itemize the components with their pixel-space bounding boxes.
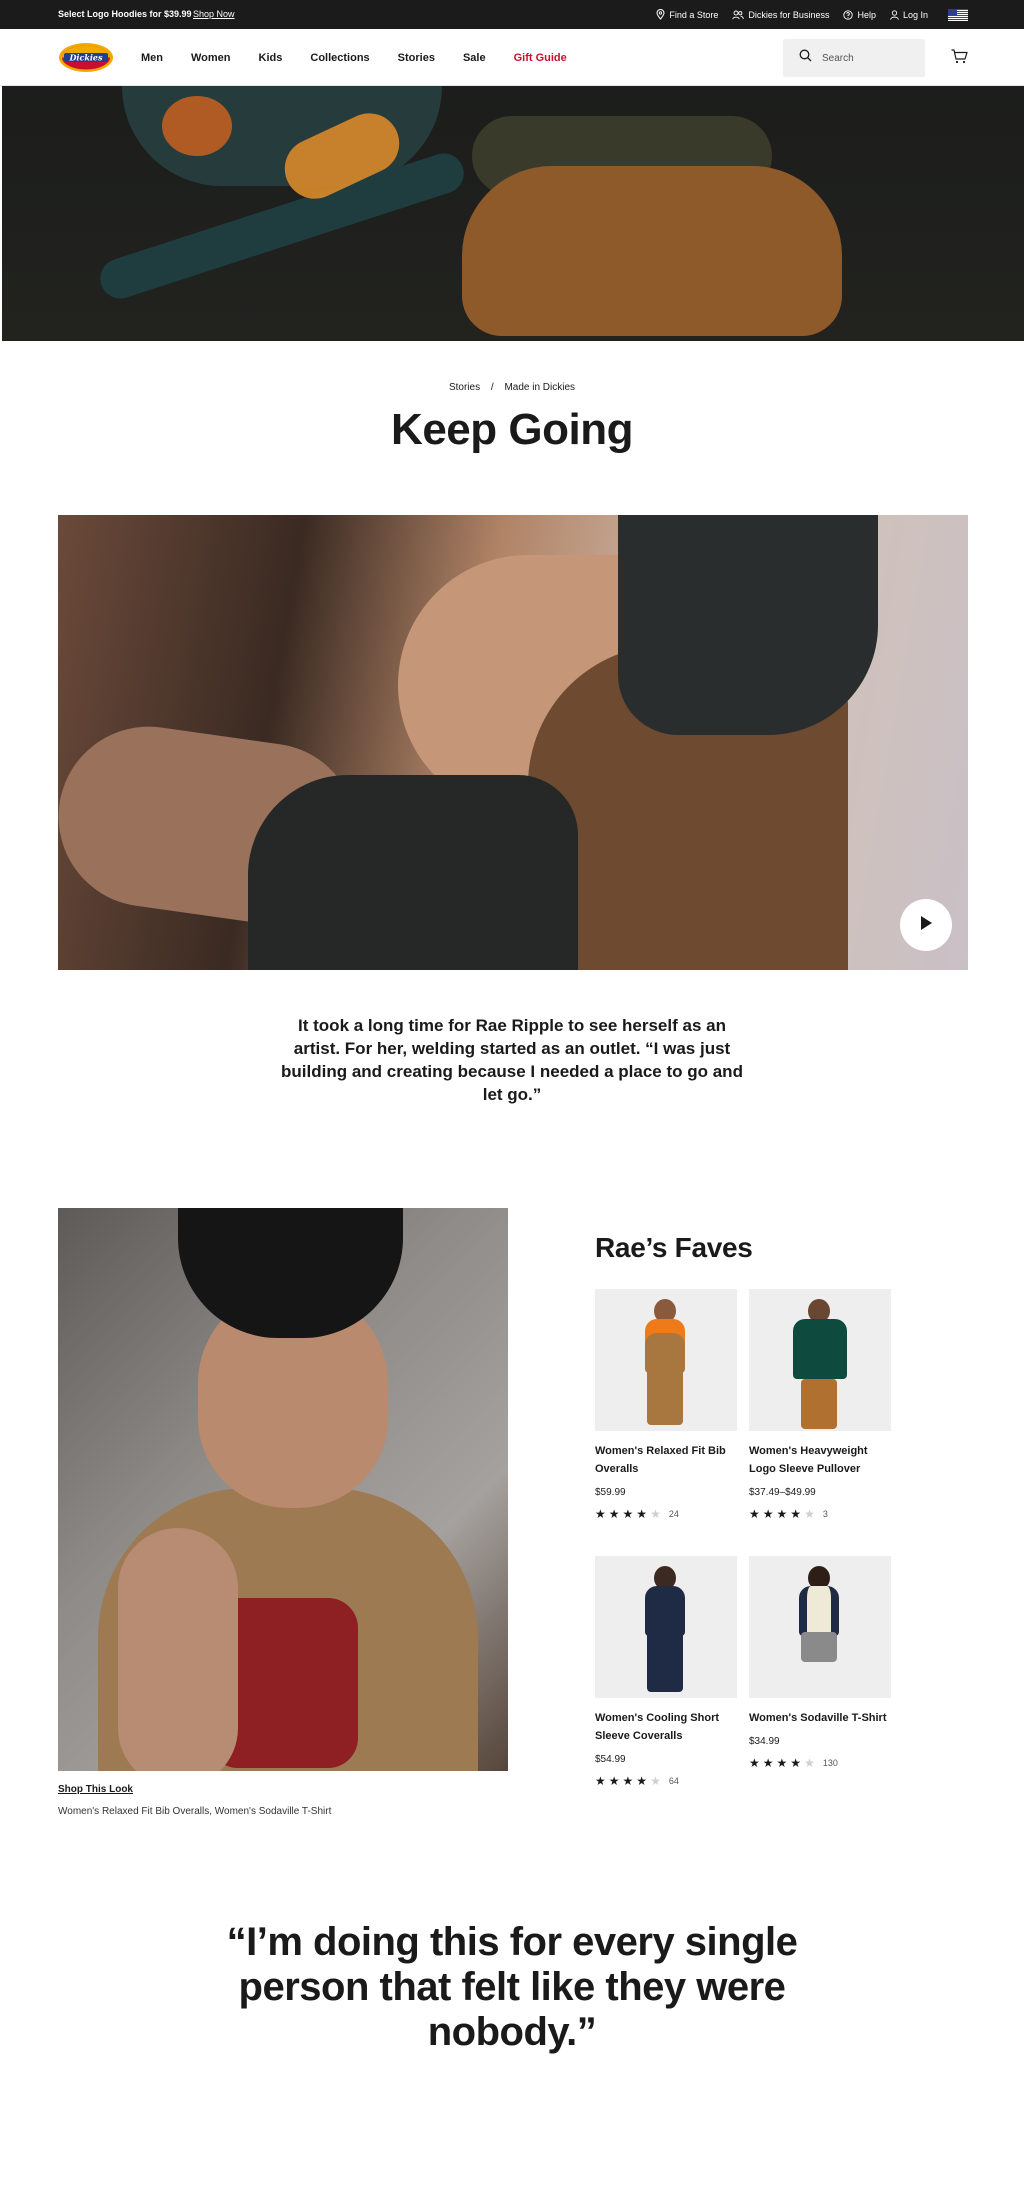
star-icon: ★ <box>776 1756 788 1770</box>
product-image[interactable] <box>595 1556 737 1698</box>
play-button[interactable] <box>900 899 952 951</box>
star-icon: ★ <box>636 1774 648 1788</box>
location-pin-icon <box>656 9 665 20</box>
star-icon: ★ <box>650 1774 661 1788</box>
business-link[interactable]: Dickies for Business <box>732 10 829 20</box>
star-icon: ★ <box>804 1507 815 1521</box>
breadcrumb-current[interactable]: Made in Dickies <box>504 382 575 393</box>
faves-title: Rae’s Faves <box>595 1232 753 1263</box>
utility-nav: Find a Store Dickies for Business Help L… <box>656 0 968 29</box>
star-icon: ★ <box>595 1774 606 1788</box>
main-nav: Dickies Men Women Kids Collections Stori… <box>0 29 1024 86</box>
star-icon: ★ <box>636 1507 648 1521</box>
page-title: Keep Going <box>391 405 633 454</box>
star-icon: ★ <box>622 1507 634 1521</box>
shop-now-link[interactable]: Shop Now <box>193 9 235 19</box>
star-icon: ★ <box>749 1507 760 1521</box>
portrait-image <box>58 1208 508 1771</box>
search-box[interactable] <box>783 39 925 77</box>
nav-kids[interactable]: Kids <box>259 52 283 64</box>
help-label: Help <box>857 9 876 20</box>
product-rating: ★ ★ ★ ★ ★ 24 <box>595 1508 737 1520</box>
pull-quote: “I’m doing this for every single person … <box>226 1920 798 2054</box>
nav-collections[interactable]: Collections <box>310 52 369 64</box>
star-icon: ★ <box>762 1507 774 1521</box>
login-label: Log In <box>902 9 928 20</box>
review-count: 3 <box>822 1509 828 1519</box>
star-icon: ★ <box>762 1756 774 1770</box>
star-icon: ★ <box>790 1756 802 1770</box>
product-card[interactable]: Women's Heavyweight Logo Sleeve Pullover… <box>749 1289 891 1520</box>
product-card[interactable]: Women's Sodaville T-Shirt $34.99 ★ ★ ★ ★… <box>749 1556 891 1769</box>
help-circle-icon <box>843 9 854 20</box>
nav-stories[interactable]: Stories <box>398 52 435 64</box>
product-price: $37.49–$49.99 <box>749 1487 816 1498</box>
star-icon: ★ <box>790 1507 802 1521</box>
primary-menu: Men Women Kids Collections Stories Sale … <box>141 29 595 86</box>
svg-text:Dickies: Dickies <box>68 53 103 63</box>
promo-bar: Select Logo Hoodies for $39.99 Shop Now … <box>0 0 1024 29</box>
star-icon: ★ <box>622 1774 634 1788</box>
product-image[interactable] <box>595 1289 737 1431</box>
star-icon: ★ <box>776 1507 788 1521</box>
nav-sale[interactable]: Sale <box>463 52 486 64</box>
product-name[interactable]: Women's Sodaville T-Shirt <box>749 1709 891 1727</box>
us-flag-icon[interactable] <box>948 8 968 21</box>
nav-women[interactable]: Women <box>191 52 231 64</box>
review-count: 130 <box>822 1758 838 1768</box>
product-price: $59.99 <box>595 1487 626 1498</box>
find-store-link[interactable]: Find a Store <box>656 9 718 20</box>
star-icon: ★ <box>608 1507 620 1521</box>
dickies-logo[interactable]: Dickies <box>58 42 114 73</box>
story-video[interactable] <box>58 515 968 970</box>
product-rating: ★ ★ ★ ★ ★ 64 <box>595 1775 737 1787</box>
review-count: 64 <box>668 1776 679 1786</box>
product-rating: ★ ★ ★ ★ ★ 3 <box>749 1508 891 1520</box>
product-price: $54.99 <box>595 1754 626 1765</box>
review-count: 24 <box>668 1509 679 1519</box>
help-link[interactable]: Help <box>843 10 876 20</box>
intro-paragraph: It took a long time for Rae Ripple to se… <box>281 1016 743 1104</box>
search-icon <box>799 49 812 67</box>
breadcrumb: Stories / Made in Dickies <box>0 382 1024 393</box>
product-name[interactable]: Women's Cooling Short Sleeve Coveralls <box>595 1709 737 1745</box>
product-image[interactable] <box>749 1289 891 1431</box>
login-link[interactable]: Log In <box>890 10 928 20</box>
play-icon <box>919 915 933 936</box>
breadcrumb-stories[interactable]: Stories <box>449 382 480 393</box>
people-icon <box>732 10 745 20</box>
nav-men[interactable]: Men <box>141 52 163 64</box>
product-card[interactable]: Women's Relaxed Fit Bib Overalls $59.99 … <box>595 1289 737 1520</box>
business-label: Dickies for Business <box>748 9 830 20</box>
product-name[interactable]: Women's Heavyweight Logo Sleeve Pullover <box>749 1442 891 1478</box>
star-icon: ★ <box>804 1756 815 1770</box>
find-store-label: Find a Store <box>669 9 719 20</box>
product-name[interactable]: Women's Relaxed Fit Bib Overalls <box>595 1442 737 1478</box>
product-image[interactable] <box>749 1556 891 1698</box>
hero-image <box>2 86 1024 341</box>
look-items-text: Women's Relaxed Fit Bib Overalls, Women'… <box>58 1806 332 1817</box>
star-icon: ★ <box>749 1756 760 1770</box>
cart-icon[interactable] <box>951 49 968 69</box>
star-icon: ★ <box>595 1507 606 1521</box>
user-icon <box>890 9 899 20</box>
product-rating: ★ ★ ★ ★ ★ 130 <box>749 1757 891 1769</box>
search-input[interactable] <box>822 52 912 64</box>
shop-this-look-link[interactable]: Shop This Look <box>58 1784 133 1795</box>
product-price: $34.99 <box>749 1736 780 1747</box>
star-icon: ★ <box>608 1774 620 1788</box>
product-card[interactable]: Women's Cooling Short Sleeve Coveralls $… <box>595 1556 737 1787</box>
star-icon: ★ <box>650 1507 661 1521</box>
nav-gift-guide[interactable]: Gift Guide <box>514 52 567 64</box>
breadcrumb-separator: / <box>490 382 494 393</box>
promo-text: Select Logo Hoodies for $39.99 <box>58 9 192 19</box>
